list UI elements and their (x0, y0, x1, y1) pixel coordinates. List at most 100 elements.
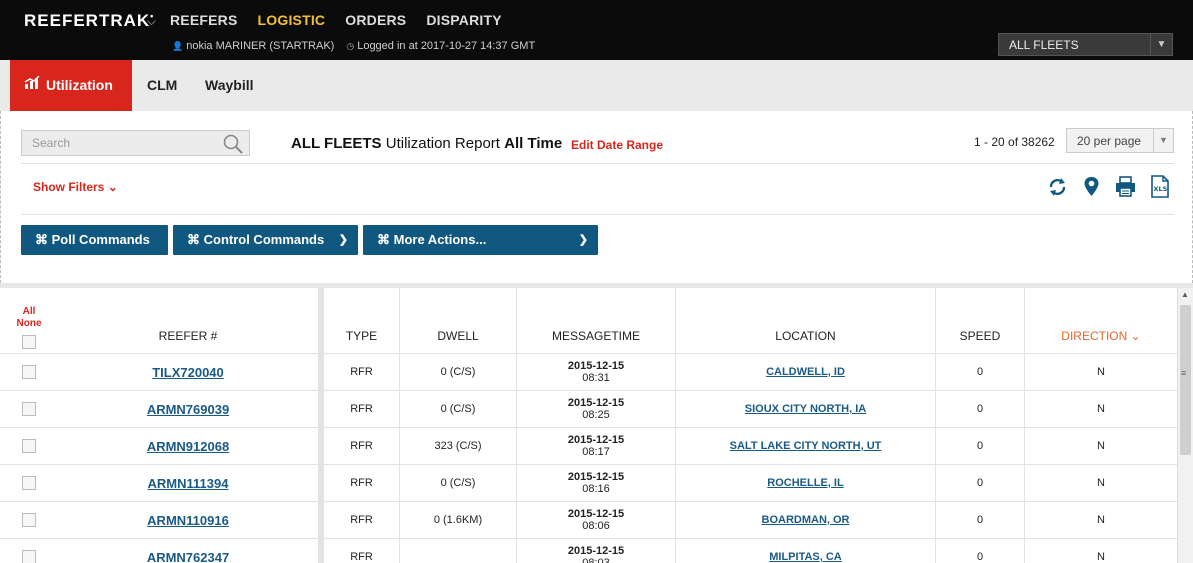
nav-orders[interactable]: ORDERS (345, 12, 406, 28)
cell-speed: 0 (936, 539, 1025, 563)
edit-date-range-link[interactable]: Edit Date Range (571, 138, 663, 152)
cell-location: SIOUX CITY NORTH, IA (676, 391, 936, 428)
column-header-dwell[interactable]: DWELL (400, 288, 517, 354)
speed-value: 0 (976, 514, 984, 526)
cell-direction: N (1025, 465, 1177, 502)
column-header-direction[interactable]: DIRECTION ⌄ (1025, 288, 1177, 354)
column-header-messagetime[interactable]: MESSAGETIME (517, 288, 676, 354)
row-checkbox[interactable] (22, 476, 36, 490)
location-link[interactable]: MILPITAS, CA (769, 551, 842, 563)
direction-value: N (1097, 514, 1105, 526)
cell-location: SALT LAKE CITY NORTH, UT (676, 428, 936, 465)
table-row[interactable]: ARMN762347 RFR 2015-12-15 08:03 MILPITAS, CA… (0, 539, 1177, 563)
location-link[interactable]: BOARDMAN, OR (762, 514, 850, 526)
row-checkbox[interactable] (22, 365, 36, 379)
tab-clm[interactable]: CLM (147, 60, 177, 111)
report-name: Utilization Report (385, 135, 500, 152)
dwell-value: 0 (1.6KM) (433, 514, 483, 526)
print-icon[interactable] (1114, 175, 1137, 198)
message-time: 08:31 (582, 372, 610, 384)
fleet-select[interactable]: ALL FLEETS ▼ (998, 33, 1173, 56)
cell-direction: N (1025, 502, 1177, 539)
cell-type: RFR (324, 539, 400, 563)
nav-reefers[interactable]: REEFERS (170, 12, 238, 28)
select-all-link[interactable]: All (0, 306, 58, 318)
scroll-up-icon[interactable]: ▲ (1181, 290, 1189, 299)
map-pin-icon[interactable] (1080, 175, 1103, 198)
reefer-link[interactable]: ARMN912068 (147, 439, 229, 454)
column-header-reefer[interactable]: REEFER # (58, 288, 319, 354)
type-value: RFR (350, 403, 373, 415)
toolbar-icons: XLS (1046, 175, 1171, 198)
chevron-down-icon[interactable]: ▼ (1150, 34, 1172, 55)
type-value: RFR (350, 440, 373, 452)
row-checkbox[interactable] (22, 550, 36, 563)
table-row[interactable]: ARMN111394 RFR 0 (C/S) 2015-12-15 08:16 ROCHE… (0, 465, 1177, 502)
select-all-checkbox[interactable] (22, 335, 36, 349)
row-checkbox[interactable] (22, 402, 36, 416)
tab-utilization[interactable]: Utilization (10, 60, 132, 111)
reefer-link[interactable]: TILX720040 (152, 365, 224, 380)
chevron-down-icon[interactable]: ⌵ (147, 14, 156, 29)
show-filters-toggle[interactable]: Show Filters ⌄ (33, 180, 118, 194)
message-time: 08:17 (582, 446, 610, 458)
reefer-link[interactable]: ARMN762347 (147, 550, 229, 563)
row-checkbox[interactable] (22, 439, 36, 453)
brand-name: REEFERTRAK (24, 11, 151, 30)
speed-value: 0 (976, 366, 984, 378)
location-link[interactable]: SIOUX CITY NORTH, IA (745, 403, 866, 415)
reefer-link[interactable]: ARMN769039 (147, 402, 229, 417)
cell-msg: 2015-12-15 08:17 (517, 428, 676, 465)
refresh-icon[interactable] (1046, 175, 1069, 198)
row-checkbox[interactable] (22, 513, 36, 527)
table-scrollbar[interactable]: ▲ ≡ (1177, 288, 1193, 563)
select-none-link[interactable]: None (0, 318, 58, 330)
utilization-table: All None REEFER # TYPE DWELL MESSAGETIME… (0, 288, 1177, 563)
nav-logistic[interactable]: LOGISTIC (258, 12, 326, 28)
scrollbar-thumb[interactable] (1180, 305, 1191, 455)
poll-commands-button[interactable]: ⌘ Poll Commands (21, 225, 168, 255)
location-link[interactable]: SALT LAKE CITY NORTH, UT (730, 440, 882, 452)
speed-value: 0 (976, 440, 984, 452)
user-icon: 👤 (172, 41, 184, 51)
cell-reefer: ARMN110916 (58, 502, 319, 539)
table-row[interactable]: ARMN769039 RFR 0 (C/S) 2015-12-15 08:25 SIOUX… (0, 391, 1177, 428)
table-row[interactable]: TILX720040 RFR 0 (C/S) 2015-12-15 08:31 CALDW… (0, 354, 1177, 391)
cell-reefer: ARMN111394 (58, 465, 319, 502)
cell-type: RFR (324, 502, 400, 539)
chevron-down-icon: ⌄ (107, 180, 118, 194)
cell-type: RFR (324, 391, 400, 428)
divider (21, 163, 1174, 164)
table-row[interactable]: ARMN110916 RFR 0 (1.6KM) 2015-12-15 08:06 BOA… (0, 502, 1177, 539)
brand-logo[interactable]: REEFERTRAK• (24, 11, 154, 31)
message-date: 2015-12-15 (567, 434, 625, 446)
column-label: LOCATION (775, 329, 836, 343)
search-icon[interactable] (223, 134, 243, 157)
cell-speed: 0 (936, 502, 1025, 539)
cell-msg: 2015-12-15 08:16 (517, 465, 676, 502)
column-label: DIRECTION (1061, 329, 1128, 343)
more-actions-button[interactable]: ⌘ More Actions... ❯ (363, 225, 598, 255)
cell-location: ROCHELLE, IL (676, 465, 936, 502)
location-link[interactable]: ROCHELLE, IL (767, 477, 843, 489)
cell-msg: 2015-12-15 08:06 (517, 502, 676, 539)
chevron-down-icon[interactable]: ▼ (1153, 129, 1173, 152)
grip-icon: ≡ (1181, 368, 1187, 378)
cell-type: RFR (324, 354, 400, 391)
column-label: SPEED (959, 329, 1001, 343)
table-row[interactable]: ARMN912068 RFR 323 (C/S) 2015-12-15 08:17 SAL… (0, 428, 1177, 465)
location-link[interactable]: CALDWELL, ID (766, 366, 845, 378)
column-header-location[interactable]: LOCATION (676, 288, 936, 354)
column-header-type[interactable]: TYPE (324, 288, 400, 354)
column-header-speed[interactable]: SPEED (936, 288, 1025, 354)
control-commands-button[interactable]: ⌘ Control Commands ❯ (173, 225, 358, 255)
reefer-link[interactable]: ARMN111394 (148, 476, 229, 491)
nav-disparity[interactable]: DISPARITY (426, 12, 501, 28)
tab-waybill[interactable]: Waybill (205, 60, 254, 111)
xls-export-icon[interactable]: XLS (1148, 175, 1171, 198)
per-page-select[interactable]: 20 per page ▼ (1066, 128, 1174, 153)
cell-reefer: ARMN762347 (58, 539, 319, 563)
reefer-link[interactable]: ARMN110916 (147, 513, 229, 528)
search-input[interactable]: Search (21, 130, 250, 156)
column-splitter[interactable] (319, 288, 324, 563)
